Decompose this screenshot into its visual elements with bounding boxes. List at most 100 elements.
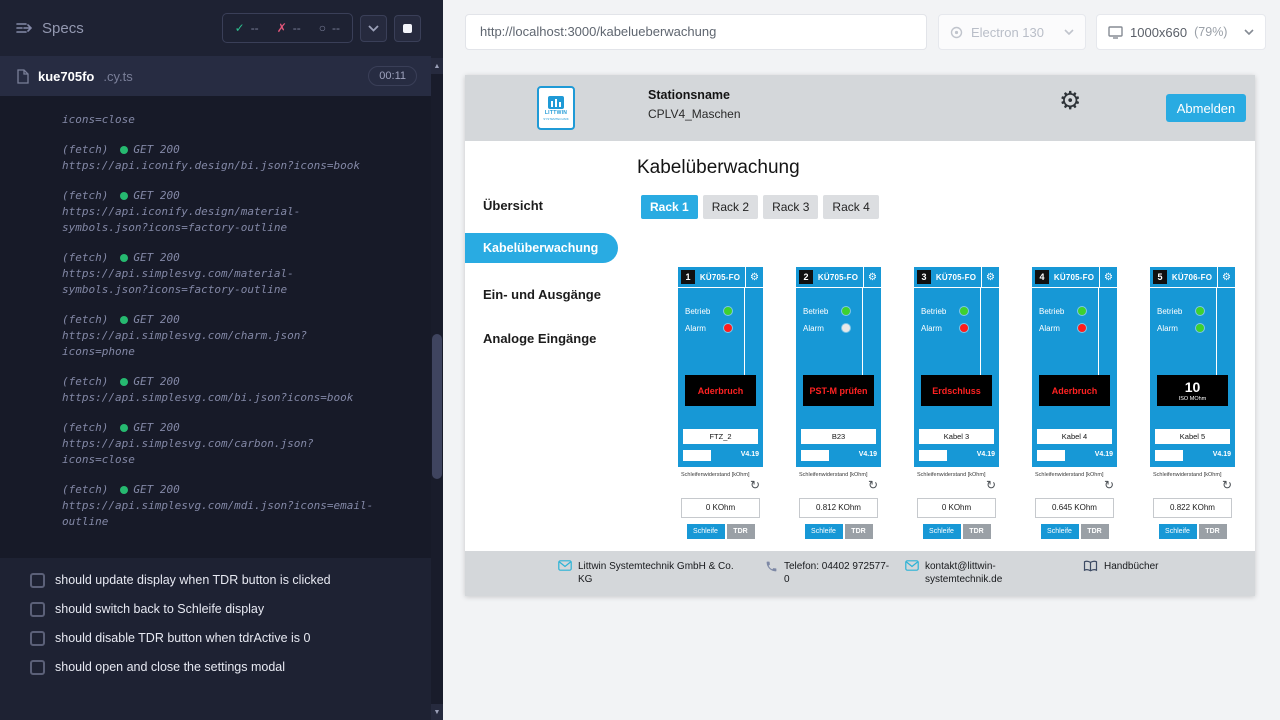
network-log-entry[interactable]: (fetch) GET 200 https://api.simplesvg.co… <box>62 420 421 468</box>
network-log-entry[interactable]: (fetch) GET 200 https://api.iconify.desi… <box>62 188 421 236</box>
tab-rack-3[interactable]: Rack 3 <box>763 195 818 219</box>
refresh-icon[interactable]: ↻ <box>750 479 760 491</box>
request-url: outline <box>62 514 421 530</box>
chevron-down-icon <box>1244 29 1254 35</box>
station-name: CPLV4_Maschen <box>648 107 741 121</box>
measurement-label: Schleifenwiderstand [kOhm] <box>681 472 750 478</box>
card-settings-icon[interactable]: ⚙ <box>981 267 999 287</box>
logo-subtext: SYSTEMTECHNIK <box>543 117 569 121</box>
stop-run-button[interactable] <box>394 15 421 42</box>
cable-name-field[interactable]: B23 <box>801 429 876 444</box>
card-number: 3 <box>917 270 931 284</box>
refresh-icon[interactable]: ↻ <box>1222 479 1232 491</box>
cable-name-field[interactable]: Kabel 3 <box>919 429 994 444</box>
tdr-button[interactable]: TDR <box>727 524 755 539</box>
littwin-logo: LITTWIN SYSTEMTECHNIK <box>537 86 575 130</box>
test-state-icon <box>30 660 45 675</box>
status-display: Erdschluss <box>921 375 992 406</box>
cable-name-field[interactable]: FTZ_2 <box>683 429 758 444</box>
status-display: Aderbruch <box>685 375 756 406</box>
schleife-button[interactable]: Schleife <box>687 524 725 539</box>
logo-text: LITTWIN <box>545 110 567 116</box>
phone-icon <box>765 560 778 573</box>
schleife-button[interactable]: Schleife <box>1041 524 1079 539</box>
logout-button[interactable]: Abmelden <box>1166 94 1246 122</box>
schleife-button[interactable]: Schleife <box>805 524 843 539</box>
viewport-selector[interactable]: 1000x660 (79%) <box>1096 14 1266 50</box>
alarm-led <box>724 324 732 332</box>
firmware-version: V4.19 <box>741 451 759 458</box>
scroll-up-icon[interactable]: ▲ <box>431 58 443 74</box>
status-dot-icon <box>120 146 128 154</box>
tdr-button[interactable]: TDR <box>963 524 991 539</box>
browser-selector[interactable]: Electron 130 <box>938 14 1086 50</box>
cable-name-field[interactable]: Kabel 4 <box>1037 429 1112 444</box>
network-log-entry[interactable]: (fetch) GET 200 https://api.iconify.desi… <box>62 142 421 174</box>
display-text: Aderbruch <box>698 386 744 396</box>
cable-name-field[interactable]: Kabel 5 <box>1155 429 1230 444</box>
betrieb-led <box>842 307 850 315</box>
alarm-led <box>1196 324 1204 332</box>
device-card: 3 KÜ705-FO ⚙ Betrieb Alarm Erdschluss <box>914 267 999 579</box>
card-settings-icon[interactable]: ⚙ <box>745 267 763 287</box>
network-log-entry[interactable]: (fetch) GET 200 https://api.simplesvg.co… <box>62 482 421 530</box>
test-item[interactable]: should switch back to Schleife display <box>30 601 413 617</box>
card-model: KÜ705-FO <box>1049 273 1099 282</box>
network-log-entry[interactable]: (fetch) GET 200 https://api.simplesvg.co… <box>62 250 421 298</box>
page-title: Kabelüberwachung <box>637 157 800 179</box>
measurement-value: 0 KOhm <box>681 498 760 518</box>
alarm-label: Alarm <box>1039 324 1060 333</box>
network-log-entry[interactable]: (fetch) GET 200 https://api.simplesvg.co… <box>62 312 421 360</box>
scroll-down-icon[interactable]: ▼ <box>431 704 443 720</box>
test-item[interactable]: should update display when TDR button is… <box>30 572 413 588</box>
measurement-value: 0.822 KOhm <box>1153 498 1232 518</box>
network-log-entry[interactable]: (fetch) GET 200 https://api.simplesvg.co… <box>62 374 421 406</box>
tdr-button[interactable]: TDR <box>845 524 873 539</box>
schleife-button[interactable]: Schleife <box>1159 524 1197 539</box>
fetch-label: (fetch) <box>62 188 108 204</box>
settings-gear-icon[interactable]: ⚙ <box>1059 89 1081 114</box>
aut-region: http://localhost:3000/kabelueberwachung … <box>443 0 1280 720</box>
pending-stat: ○ -- <box>310 21 349 35</box>
card-settings-icon[interactable]: ⚙ <box>1217 267 1235 287</box>
status-label: GET 200 <box>133 142 179 158</box>
test-item[interactable]: should open and close the settings modal <box>30 659 413 675</box>
betrieb-led-row: Betrieb <box>1039 307 1099 316</box>
collapse-button[interactable] <box>360 15 387 42</box>
test-state-icon <box>30 602 45 617</box>
url-input[interactable]: http://localhost:3000/kabelueberwachung <box>465 14 927 50</box>
schleife-button[interactable]: Schleife <box>923 524 961 539</box>
specs-menu-icon[interactable] <box>16 22 32 34</box>
test-list: should update display when TDR button is… <box>0 558 431 675</box>
tab-rack-1[interactable]: Rack 1 <box>641 195 698 219</box>
betrieb-led <box>960 307 968 315</box>
tdr-button[interactable]: TDR <box>1081 524 1109 539</box>
tdr-button[interactable]: TDR <box>1199 524 1227 539</box>
measurement-label: Schleifenwiderstand [kOhm] <box>917 472 986 478</box>
test-item[interactable]: should disable TDR button when tdrActive… <box>30 630 413 646</box>
scrollbar-thumb[interactable] <box>432 334 442 479</box>
check-icon: ✓ <box>235 21 245 35</box>
status-dot-icon <box>120 486 128 494</box>
refresh-icon[interactable]: ↻ <box>986 479 996 491</box>
sidebar-item-analoge-eingaenge[interactable]: Analoge Eingänge <box>483 331 596 346</box>
spec-file-row[interactable]: kue705fo .cy.ts 00:11 <box>0 56 431 96</box>
refresh-icon[interactable]: ↻ <box>1104 479 1114 491</box>
sidebar-item-ein-und-ausgaenge[interactable]: Ein- und Ausgänge <box>483 287 601 302</box>
card-settings-icon[interactable]: ⚙ <box>1099 267 1117 287</box>
tab-rack-2[interactable]: Rack 2 <box>703 195 758 219</box>
specs-label[interactable]: Specs <box>42 20 84 37</box>
status-display: PST-M prüfen <box>803 375 874 406</box>
sidebar-item-uebersicht[interactable]: Übersicht <box>483 198 543 213</box>
viewport-icon <box>1108 26 1123 39</box>
tab-rack-4[interactable]: Rack 4 <box>823 195 878 219</box>
firmware-version: V4.19 <box>1095 451 1113 458</box>
footer-manuals-link[interactable]: Handbücher <box>1083 560 1158 573</box>
card-settings-icon[interactable]: ⚙ <box>863 267 881 287</box>
card-number: 1 <box>681 270 695 284</box>
card-model: KÜ706-FO <box>1167 273 1217 282</box>
spec-extension: .cy.ts <box>103 69 132 84</box>
sidebar-item-kabelueberwachung[interactable]: Kabelüberwachung <box>465 233 618 263</box>
refresh-icon[interactable]: ↻ <box>868 479 878 491</box>
panel-scrollbar[interactable]: ▲ ▼ <box>431 58 443 720</box>
